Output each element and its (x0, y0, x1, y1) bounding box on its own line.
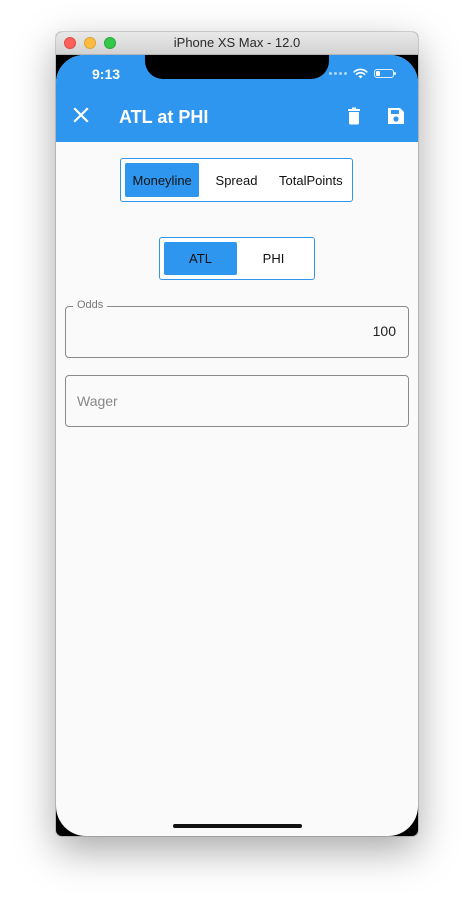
bet-type-spread[interactable]: Spread (199, 163, 273, 197)
signal-icon (329, 72, 347, 75)
wager-input[interactable] (66, 376, 408, 426)
phone-screen: 9:13 ATL at PHI Moneyline Spread TotalPo… (56, 55, 418, 836)
bet-type-totalpoints[interactable]: TotalPoints (274, 163, 348, 197)
team-option-atl[interactable]: ATL (164, 242, 237, 275)
wager-field[interactable] (65, 375, 409, 427)
app-bar: 9:13 ATL at PHI (56, 55, 418, 142)
close-button[interactable] (70, 104, 92, 126)
team-selector: ATL PHI (159, 237, 315, 280)
simulator-titlebar: iPhone XS Max - 12.0 (56, 32, 418, 55)
bet-type-selector: Moneyline Spread TotalPoints (120, 158, 353, 202)
status-icons (329, 68, 396, 79)
odds-label: Odds (73, 299, 108, 311)
delete-icon (348, 107, 360, 125)
page-title: ATL at PHI (119, 107, 209, 127)
delete-button[interactable] (344, 106, 364, 126)
simulator-window: iPhone XS Max - 12.0 9:13 ATL at PHI Mon… (56, 32, 418, 836)
home-indicator (173, 824, 302, 828)
close-icon (73, 107, 89, 123)
device-notch (145, 55, 329, 79)
battery-icon (374, 69, 396, 78)
simulator-title: iPhone XS Max - 12.0 (173, 35, 301, 50)
odds-value: 100 (372, 323, 396, 339)
odds-field[interactable]: Odds 100 (65, 299, 409, 358)
bet-type-moneyline[interactable]: Moneyline (125, 163, 200, 197)
team-option-phi[interactable]: PHI (237, 242, 310, 275)
status-time: 9:13 (92, 66, 121, 82)
save-button[interactable] (386, 106, 406, 126)
save-icon (388, 108, 404, 124)
wifi-icon (353, 68, 368, 79)
